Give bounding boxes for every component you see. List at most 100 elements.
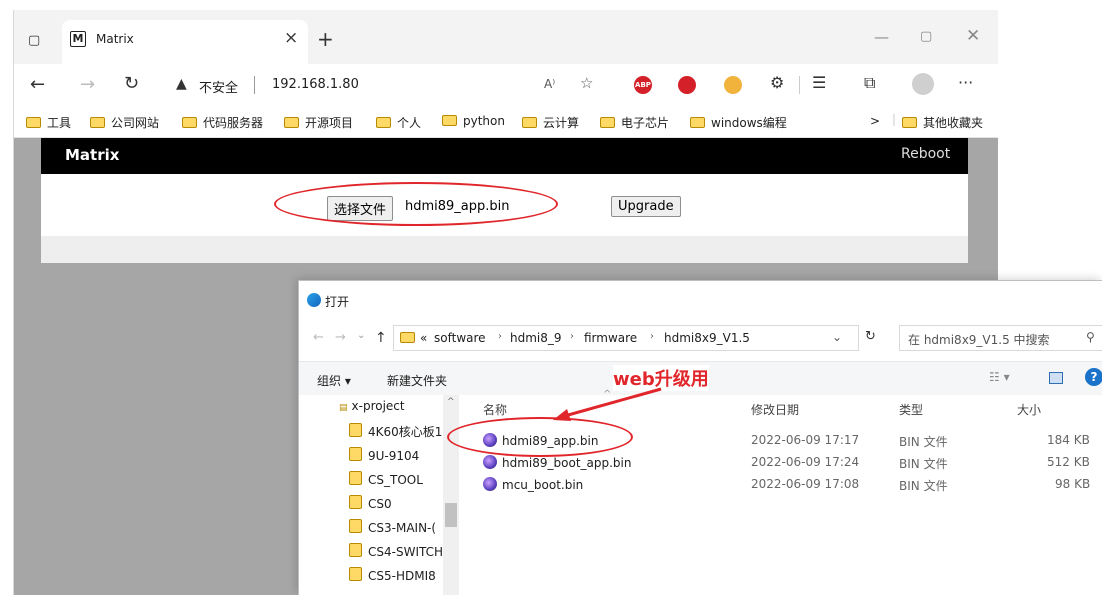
ublock-icon[interactable] — [678, 76, 696, 94]
nav-item[interactable]: CS4-SWITCH — [349, 543, 443, 565]
breadcrumb-item[interactable]: hdmi8_9 — [510, 331, 562, 345]
refresh-icon[interactable]: ↻ — [124, 75, 139, 93]
extensions-icon[interactable]: ⚙ — [770, 75, 784, 91]
nav-item[interactable]: CS_TOOL — [349, 471, 423, 493]
nav-item[interactable]: CS5-HDMI8 — [349, 567, 436, 589]
nav-item[interactable]: 9U-9104 — [349, 447, 419, 469]
bookmark-item[interactable]: 代码服务器 — [182, 114, 263, 131]
folder-icon — [600, 117, 615, 128]
tab-matrix[interactable]: M Matrix × — [62, 20, 308, 64]
background-window-menubar — [0, 0, 1102, 10]
divider: | — [892, 112, 897, 126]
nav-item[interactable]: CS3-MAIN-( — [349, 519, 436, 541]
url-text[interactable]: 192.168.1.80 — [272, 77, 359, 92]
folder-icon — [182, 117, 197, 128]
nav-item[interactable]: CS0 — [349, 495, 392, 517]
forward-icon[interactable]: → — [80, 76, 95, 94]
chevron-right-icon: › — [570, 331, 574, 342]
back-icon[interactable]: ← — [30, 76, 45, 94]
folder-icon — [349, 471, 362, 485]
bookmark-item[interactable]: 电子芯片 — [600, 114, 669, 131]
address-bar-row: ← → ↻ ▲ 不安全 192.168.1.80 A⁾ ☆ ABP ⚙ ☰ ⧉ … — [14, 64, 998, 106]
security-label[interactable]: 不安全 — [199, 77, 238, 96]
recent-dropdown-icon[interactable]: ⌄ — [357, 331, 365, 341]
folder-icon — [284, 117, 299, 128]
file-type: BIN 文件 — [899, 479, 948, 493]
app-footer — [41, 236, 968, 263]
bookmark-item[interactable]: 工具 — [26, 114, 71, 131]
bookmarks-overflow-icon[interactable]: > — [870, 114, 880, 128]
new-folder-button[interactable]: 新建文件夹 — [387, 372, 447, 389]
bookmark-item[interactable]: windows编程 — [690, 114, 787, 131]
tab-favicon-icon: M — [70, 31, 86, 47]
nav-item[interactable]: ▤ x-project — [339, 399, 405, 421]
search-placeholder: 在 hdmi8x9_V1.5 中搜索 — [908, 333, 1050, 347]
folder-icon: ▤ — [339, 403, 348, 413]
collections-icon[interactable]: ⧉ — [864, 75, 875, 91]
favorite-star-icon[interactable]: ☆ — [580, 76, 593, 91]
back-icon[interactable]: ← — [313, 331, 324, 344]
bookmark-item[interactable]: 个人 — [376, 114, 421, 131]
chevron-down-icon[interactable]: ⌄ — [832, 330, 842, 344]
help-icon[interactable]: ? — [1085, 368, 1102, 386]
upgrade-button[interactable]: Upgrade — [611, 196, 681, 217]
breadcrumb-item[interactable]: software — [434, 331, 486, 345]
folder-icon — [349, 423, 362, 437]
app-header: Matrix Reboot — [41, 138, 968, 174]
background-window — [998, 10, 1102, 280]
up-folder-icon[interactable]: ↑ — [375, 331, 387, 345]
warning-icon[interactable]: ▲ — [176, 77, 187, 91]
bookmark-item[interactable]: python — [442, 114, 505, 128]
file-size: 512 KB — [1047, 455, 1090, 469]
bookmarks-bar: 工具 公司网站 代码服务器 开源项目 个人 python 云计算 电子芯片 wi… — [14, 106, 998, 138]
view-options-icon[interactable]: ☷ ▾ — [989, 370, 1010, 384]
bookmark-item[interactable]: 公司网站 — [90, 114, 159, 131]
close-window-icon[interactable]: ✕ — [966, 28, 980, 45]
annotation-circle — [447, 417, 633, 457]
forward-icon[interactable]: → — [335, 331, 346, 344]
nav-scrollbar[interactable]: ^ — [443, 395, 459, 595]
column-name[interactable]: 名称 — [483, 401, 507, 418]
breadcrumb[interactable]: « software › hdmi8_9 › firmware › hdmi8x… — [393, 325, 859, 351]
nav-item[interactable]: 4K60核心板1 — [349, 423, 442, 445]
extension-icon[interactable] — [724, 76, 742, 94]
adblock-icon[interactable]: ABP — [634, 76, 652, 94]
breadcrumb-item[interactable]: hdmi8x9_V1.5 — [664, 331, 750, 345]
scroll-up-icon[interactable]: ^ — [447, 397, 455, 407]
column-date[interactable]: 修改日期 — [751, 401, 799, 418]
preview-pane-icon[interactable] — [1049, 372, 1063, 384]
new-tab-icon[interactable]: + — [317, 29, 334, 49]
folder-icon — [522, 117, 537, 128]
bookmark-item[interactable]: 云计算 — [522, 114, 579, 131]
tab-close-icon[interactable]: × — [284, 28, 298, 48]
favorites-icon[interactable]: ☰ — [812, 75, 826, 91]
folder-icon — [349, 543, 362, 557]
other-bookmarks[interactable]: 其他收藏夹 — [902, 114, 983, 131]
profile-avatar-icon[interactable] — [912, 73, 934, 95]
minimize-icon[interactable]: — — [874, 30, 889, 45]
folder-icon — [902, 117, 917, 128]
column-type[interactable]: 类型 — [899, 401, 923, 418]
breadcrumb-item[interactable]: firmware — [584, 331, 637, 345]
file-row[interactable]: mcu_boot.bin — [483, 477, 583, 492]
maximize-icon[interactable]: ▢ — [920, 30, 932, 43]
bookmark-item[interactable]: 开源项目 — [284, 114, 353, 131]
file-date: 2022-06-09 17:08 — [751, 477, 860, 491]
search-input[interactable]: 在 hdmi8x9_V1.5 中搜索 ⚲ — [899, 325, 1102, 351]
tab-actions-icon[interactable]: ▢ — [28, 34, 40, 47]
more-menu-icon[interactable]: ··· — [958, 75, 973, 91]
breadcrumb-overflow[interactable]: « — [420, 331, 427, 345]
scrollbar-thumb[interactable] — [445, 503, 457, 527]
column-size[interactable]: 大小 — [1017, 401, 1041, 418]
file-row[interactable]: hdmi89_boot_app.bin — [483, 455, 631, 470]
folder-icon — [349, 495, 362, 509]
file-date: 2022-06-09 17:24 — [751, 455, 860, 469]
read-aloud-icon[interactable]: A⁾ — [544, 77, 555, 91]
search-icon: ⚲ — [1086, 330, 1095, 344]
folder-icon — [349, 567, 362, 581]
refresh-icon[interactable]: ↻ — [865, 330, 876, 343]
file-type: BIN 文件 — [899, 457, 948, 471]
organize-menu[interactable]: 组织 ▾ — [317, 372, 351, 389]
reboot-link[interactable]: Reboot — [901, 146, 950, 162]
brand-title[interactable]: Matrix — [65, 146, 119, 164]
